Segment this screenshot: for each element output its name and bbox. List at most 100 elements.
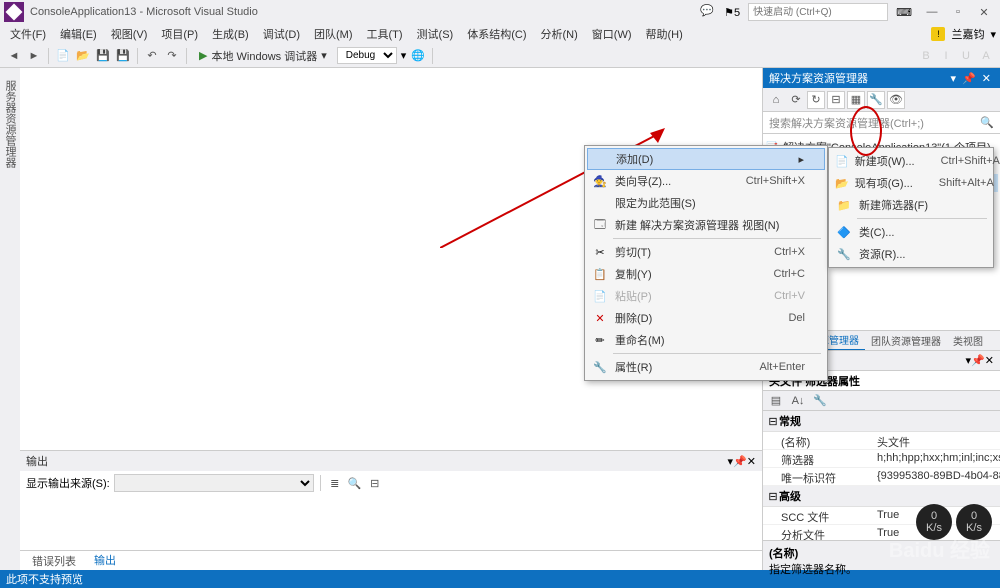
delete-icon: ✕ [591, 310, 609, 326]
prop-row[interactable]: 唯一标识符{93995380-89BD-4b04-88EB-6 [763, 468, 1000, 486]
ctx-add[interactable]: 添加(D)▸ [587, 148, 825, 170]
sln-close-icon[interactable]: ✕ [979, 72, 994, 85]
output-tab[interactable]: 输出 [86, 550, 124, 572]
menu-debug[interactable]: 调试(D) [257, 24, 306, 44]
output-wrap-icon[interactable]: ⊟ [367, 475, 383, 491]
main-toolbar: ◄ ► 📄 📂 💾 💾 ↶ ↷ ▶ 本地 Windows 调试器 ▾ Debug… [0, 44, 1000, 68]
save-icon[interactable]: 💾 [95, 48, 111, 64]
user-dropdown-icon[interactable]: ▾ [990, 28, 996, 41]
search-icon: 🔍 [980, 116, 994, 129]
close-button[interactable]: ✕ [972, 3, 996, 21]
props-close-icon[interactable]: ✕ [985, 354, 994, 367]
menu-view[interactable]: 视图(V) [105, 24, 154, 44]
menu-build[interactable]: 生成(B) [206, 24, 255, 44]
align-icon: A [978, 48, 994, 64]
sln-refresh-icon[interactable]: ↻ [807, 91, 825, 109]
ctx-properties[interactable]: 🔧属性(R)Alt+Enter [587, 356, 825, 378]
open-icon[interactable]: 📂 [75, 48, 91, 64]
output-source-select[interactable] [114, 474, 314, 492]
prop-category-general[interactable]: ⊟常规 [763, 411, 1000, 432]
flag-icon[interactable]: ⚑5 [724, 6, 740, 19]
ctx-paste: 📄粘贴(P)Ctrl+V [587, 285, 825, 307]
wrench-icon: 🔧 [591, 359, 609, 375]
menu-help[interactable]: 帮助(H) [640, 24, 689, 44]
ctx-copy[interactable]: 📋复制(Y)Ctrl+C [587, 263, 825, 285]
cut-icon: ✂ [591, 244, 609, 260]
error-list-tab[interactable]: 错误列表 [24, 551, 84, 571]
rename-icon: ✏ [591, 332, 609, 348]
solution-search-input[interactable]: 搜索解决方案资源管理器(Ctrl+;) 🔍 [763, 112, 1000, 134]
properties-description: (名称) 指定筛选器名称。 [763, 540, 1000, 570]
menu-edit[interactable]: 编辑(E) [54, 24, 103, 44]
output-pin-icon[interactable]: 📌 [733, 455, 747, 468]
new-view-icon: 🗔 [591, 217, 609, 233]
ctx-scope[interactable]: 限定为此范围(S) [587, 192, 825, 214]
sln-home-icon[interactable]: ⌂ [767, 91, 785, 109]
menu-analyze[interactable]: 分析(N) [535, 24, 584, 44]
prop-row[interactable]: (名称)头文件 [763, 432, 1000, 450]
menu-project[interactable]: 项目(P) [155, 24, 204, 44]
menu-test[interactable]: 测试(S) [411, 24, 460, 44]
ctx-rename[interactable]: ✏重命名(M) [587, 329, 825, 351]
sln-sync-icon[interactable]: ⟳ [787, 91, 805, 109]
menu-tools[interactable]: 工具(T) [361, 24, 409, 44]
speed-badges: 0K/s 0K/s [916, 504, 992, 540]
start-debug-button[interactable]: ▶ 本地 Windows 调试器 ▾ [193, 46, 333, 66]
status-text: 此项不支持预览 [6, 571, 83, 587]
props-alpha-icon[interactable]: A↓ [789, 392, 807, 410]
sln-properties-icon[interactable]: 🔧 [867, 91, 885, 109]
new-project-icon[interactable]: 📄 [55, 48, 71, 64]
output-body [20, 495, 762, 550]
left-side-tabs: 服务器资源管理器 工具箱 [0, 68, 20, 570]
config-select[interactable]: Debug [337, 47, 397, 64]
minimize-button[interactable]: — [920, 3, 944, 21]
output-clear-icon[interactable]: ≣ [327, 475, 343, 491]
output-close-icon[interactable]: ✕ [747, 455, 756, 468]
browser-icon[interactable]: 🌐 [410, 48, 426, 64]
italic-icon: I [938, 48, 954, 64]
undo-icon[interactable]: ↶ [144, 48, 160, 64]
quick-launch-input[interactable] [748, 3, 888, 21]
ctx-class-wizard[interactable]: 🧙类向导(Z)...Ctrl+Shift+X [587, 170, 825, 192]
sln-showall-icon[interactable]: ▦ [847, 91, 865, 109]
team-explorer-tab[interactable]: 团队资源管理器 [865, 331, 947, 350]
ctx-class[interactable]: 🔷类(C)... [831, 221, 991, 243]
menu-window[interactable]: 窗口(W) [586, 24, 638, 44]
user-name[interactable]: 兰嘉钧 [951, 26, 984, 42]
ctx-existing-item[interactable]: 📂现有项(G)...Shift+Alt+A [831, 172, 991, 194]
keyboard-icon[interactable]: ⌨ [896, 6, 912, 19]
sln-collapse-icon[interactable]: ⊟ [827, 91, 845, 109]
menu-file[interactable]: 文件(F) [4, 24, 52, 44]
ctx-new-filter[interactable]: 📁新建筛选器(F) [831, 194, 991, 216]
ctx-cut[interactable]: ✂剪切(T)Ctrl+X [587, 241, 825, 263]
menu-team[interactable]: 团队(M) [308, 24, 359, 44]
nav-fwd-icon[interactable]: ► [26, 48, 42, 64]
ctx-new-item[interactable]: 📄新建项(W)...Ctrl+Shift+A [831, 150, 991, 172]
sln-preview-icon[interactable]: 👁 [887, 91, 905, 109]
context-menu-add-submenu: 📄新建项(W)...Ctrl+Shift+A 📂现有项(G)...Shift+A… [828, 147, 994, 268]
play-icon: ▶ [199, 49, 207, 62]
prop-row[interactable]: 筛选器h;hh;hpp;hxx;hm;inl;inc;xsd [763, 450, 1000, 468]
resource-icon: 🔧 [835, 246, 853, 262]
server-explorer-tab[interactable]: 服务器资源管理器 [0, 76, 20, 570]
feedback-icon[interactable]: 💬 [700, 4, 716, 20]
ctx-new-view[interactable]: 🗔新建 解决方案资源管理器 视图(N) [587, 214, 825, 236]
output-title: 输出 [26, 453, 728, 469]
solution-explorer-title: 解决方案资源管理器 [769, 70, 948, 86]
sln-pin-icon[interactable]: 📌 [959, 72, 979, 85]
redo-icon[interactable]: ↷ [164, 48, 180, 64]
nav-back-icon[interactable]: ◄ [6, 48, 22, 64]
output-find-icon[interactable]: 🔍 [347, 475, 363, 491]
menu-arch[interactable]: 体系结构(C) [461, 24, 532, 44]
warning-badge-icon[interactable]: ! [931, 27, 945, 41]
class-view-tab[interactable]: 类视图 [947, 331, 989, 350]
existing-item-icon: 📂 [835, 175, 849, 191]
sln-dropdown-icon[interactable]: ▾ [948, 72, 960, 85]
props-cat-icon[interactable]: ▤ [767, 392, 785, 410]
maximize-button[interactable]: ▫ [946, 3, 970, 21]
ctx-resource[interactable]: 🔧资源(R)... [831, 243, 991, 265]
ctx-delete[interactable]: ✕删除(D)Del [587, 307, 825, 329]
save-all-icon[interactable]: 💾 [115, 48, 131, 64]
props-pages-icon[interactable]: 🔧 [811, 392, 829, 410]
props-pin-icon[interactable]: 📌 [971, 354, 985, 367]
